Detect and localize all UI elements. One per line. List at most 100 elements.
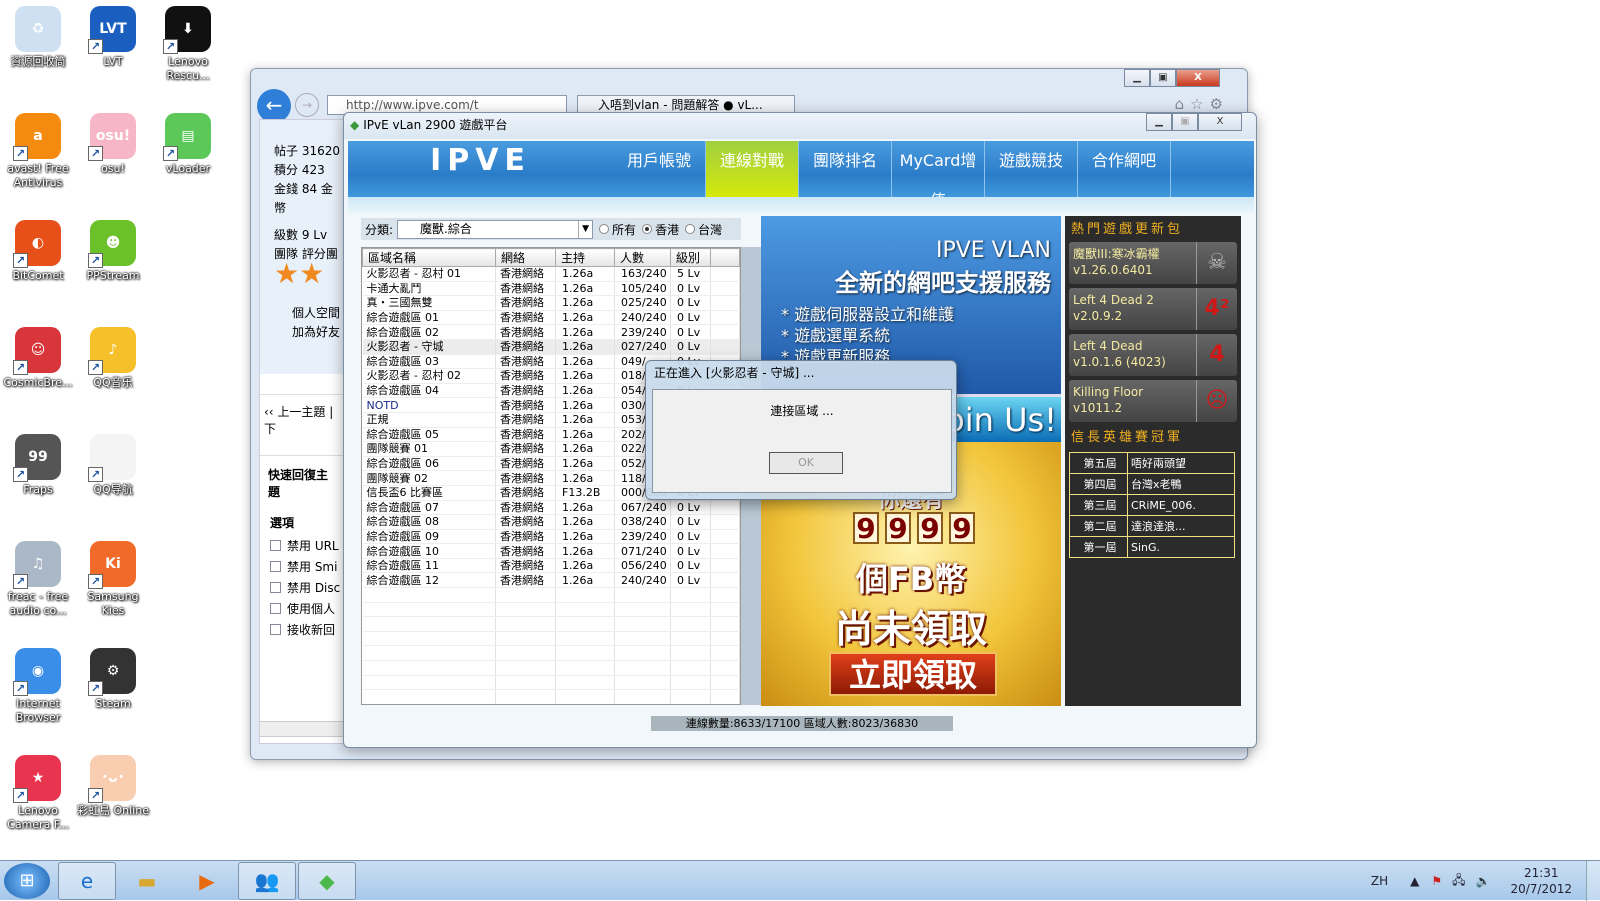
- radio-button[interactable]: [685, 224, 696, 234]
- desktop-icon[interactable]: ♫ ↗ freac - free audio co...: [0, 535, 76, 618]
- desktop-icon[interactable]: ☺ ↗ CosmicBre...: [0, 321, 76, 390]
- option-checkbox[interactable]: 接收新回: [270, 619, 344, 640]
- desktop-icon[interactable]: ☻ ↗ PPStream: [75, 214, 151, 283]
- column-header[interactable]: 區域名稱: [362, 248, 496, 267]
- table-cell: 香港網絡: [495, 500, 556, 516]
- table-row[interactable]: 綜合遊戲區 09 香港網絡 1.26a 239/240 0 Lv: [362, 529, 740, 545]
- desktop-icon[interactable]: ♻ 資源回收筒: [0, 0, 76, 69]
- desktop-icon[interactable]: ･ᴗ･ ↗ 彩虹島 Online: [75, 749, 151, 818]
- column-header[interactable]: 人數: [614, 248, 671, 267]
- network-icon[interactable]: 🖧: [1452, 871, 1465, 892]
- chevron-down-icon[interactable]: ▼: [578, 220, 592, 238]
- desktop-icon[interactable]: ★ ↗ Lenovo Camera F...: [0, 749, 76, 832]
- table-row[interactable]: 綜合遊戲區 01 香港網絡 1.26a 240/240 0 Lv: [362, 310, 740, 326]
- nav-tab[interactable]: 團隊排名: [799, 141, 892, 197]
- update-package[interactable]: Left 4 Dead v1.0.1.6 (4023) 4: [1069, 334, 1237, 376]
- minimize-button[interactable]: ▁: [1124, 69, 1150, 87]
- table-row[interactable]: 綜合遊戲區 07 香港網絡 1.26a 067/240 0 Lv: [362, 500, 740, 516]
- maximize-button[interactable]: ▣: [1150, 69, 1176, 87]
- table-row[interactable]: 真・三國無雙 香港網絡 1.26a 025/240 0 Lv: [362, 295, 740, 311]
- desktop-icon[interactable]: ♪ ↗ QQ音乐: [75, 321, 151, 390]
- nav-tab[interactable]: 連線對戰: [706, 141, 799, 197]
- start-button[interactable]: ⊞: [4, 862, 50, 899]
- forward-button[interactable]: →: [295, 93, 319, 117]
- update-package[interactable]: Left 4 Dead 2 v2.0.9.2 4²: [1069, 288, 1237, 330]
- option-checkbox[interactable]: 禁用 Smi: [270, 556, 344, 577]
- nav-tab[interactable]: MyCard增值: [892, 141, 985, 210]
- table-row[interactable]: 綜合遊戲區 02 香港網絡 1.26a 239/240 0 Lv: [362, 324, 740, 340]
- update-package[interactable]: 魔獸III:寒冰霸權 v1.26.0.6401 ☠: [1069, 242, 1237, 284]
- desktop-icon[interactable]: ↗ QQ导航: [75, 428, 151, 497]
- table-cell: 027/240: [614, 339, 671, 355]
- table-row[interactable]: 火影忍者 - 忍村 01 香港網絡 1.26a 163/240 5 Lv: [362, 266, 740, 282]
- desktop-icon[interactable]: LVT ↗ LVT: [75, 0, 151, 69]
- column-header[interactable]: 級別: [670, 248, 711, 267]
- language-indicator[interactable]: ZH: [1371, 874, 1388, 888]
- claim-now-button[interactable]: 立即領取: [829, 652, 997, 696]
- action-center-flag-icon[interactable]: ⚑: [1431, 874, 1442, 888]
- checkbox[interactable]: [270, 603, 281, 614]
- home-favorites-tools-icons[interactable]: ⌂☆⚙: [1175, 95, 1229, 113]
- option-checkbox[interactable]: 禁用 Disc: [270, 577, 344, 598]
- table-cell: 0 Lv: [670, 572, 711, 589]
- taskbar-explorer-icon[interactable]: ▬: [118, 862, 176, 900]
- region-radio[interactable]: 所有: [599, 221, 636, 238]
- table-row[interactable]: 卡通大亂鬥 香港網絡 1.26a 105/240 0 Lv: [362, 281, 740, 297]
- nav-tab[interactable]: 合作網吧: [1078, 141, 1171, 197]
- show-hidden-icons-icon[interactable]: ▲: [1410, 874, 1419, 888]
- category-select[interactable]: 魔獸.綜合 ▼: [397, 219, 594, 239]
- topic-nav[interactable]: ‹‹ 上一主題 | 下: [260, 394, 344, 445]
- ok-button[interactable]: OK: [769, 452, 843, 474]
- desktop-icon[interactable]: a ↗ avast! Free Antivirus: [0, 107, 76, 190]
- checkbox[interactable]: [270, 561, 281, 572]
- taskbar-media-player-icon[interactable]: ▶: [178, 862, 236, 900]
- table-cell: 025/240: [614, 295, 671, 311]
- option-checkbox[interactable]: 禁用 URL: [270, 535, 344, 556]
- show-desktop-button[interactable]: [1586, 861, 1600, 901]
- checkbox[interactable]: [270, 540, 281, 551]
- column-header[interactable]: 主持: [555, 248, 615, 267]
- desktop-icon[interactable]: osu! ↗ osu!: [75, 107, 151, 176]
- option-checkbox[interactable]: 使用個人: [270, 598, 344, 619]
- profile-link[interactable]: 加為好友: [274, 323, 344, 342]
- horizontal-scrollbar[interactable]: [259, 721, 345, 737]
- table-row[interactable]: 綜合遊戲區 12 香港網絡 1.26a 240/240 0 Lv: [362, 572, 740, 589]
- radio-button[interactable]: [599, 224, 610, 234]
- desktop-icon[interactable]: ◉ ↗ Internet Browser: [0, 642, 76, 725]
- desktop-icon[interactable]: ⬇ ↗ Lenovo Rescu...: [150, 0, 226, 83]
- nav-tab[interactable]: 遊戲競技: [985, 141, 1078, 197]
- nav-tab[interactable]: 用戶帳號: [613, 141, 706, 197]
- app-maximize-button[interactable]: ▣: [1172, 113, 1198, 131]
- table-cell: [362, 631, 496, 647]
- table-row[interactable]: 綜合遊戲區 08 香港網絡 1.26a 038/240 0 Lv: [362, 514, 740, 530]
- volume-icon[interactable]: 🔈: [1476, 874, 1491, 888]
- desktop-icon[interactable]: ◐ ↗ BitComet: [0, 214, 76, 283]
- region-radio[interactable]: 台灣: [685, 221, 722, 238]
- profile-link[interactable]: 個人空間: [274, 304, 344, 323]
- status-bar: 連線數量:8633/17100 區域人數:8023/36830: [651, 716, 953, 731]
- champion-row: 第五屆 唔好兩頭望: [1069, 452, 1235, 474]
- column-header[interactable]: 網絡: [495, 248, 556, 267]
- table-row[interactable]: 綜合遊戲區 10 香港網絡 1.26a 071/240 0 Lv: [362, 543, 740, 559]
- desktop-icon[interactable]: 99 ↗ Fraps: [0, 428, 76, 497]
- radio-button[interactable]: [642, 224, 653, 234]
- app-minimize-button[interactable]: ▁: [1146, 113, 1172, 131]
- taskbar-vloader-icon[interactable]: ◆: [298, 861, 356, 900]
- update-package[interactable]: Killing Floor v1011.2 ☹: [1069, 380, 1237, 422]
- table-row[interactable]: 綜合遊戲區 11 香港網絡 1.26a 056/240 0 Lv: [362, 558, 740, 574]
- promo-digit: 9: [949, 512, 975, 544]
- table-row[interactable]: 火影忍者 - 守城 香港網絡 1.26a 027/240 0 Lv: [362, 339, 740, 355]
- close-button[interactable]: X: [1176, 69, 1220, 87]
- desktop-icon[interactable]: ▤ ↗ vLoader: [150, 107, 226, 176]
- back-button[interactable]: ←: [257, 89, 291, 123]
- taskbar-messenger-icon[interactable]: 👥: [238, 861, 296, 900]
- checkbox[interactable]: [270, 624, 281, 635]
- app-close-button[interactable]: X: [1198, 113, 1242, 131]
- clock[interactable]: 21:31 20/7/2012: [1510, 865, 1572, 897]
- desktop-icon[interactable]: ⚙ ↗ Steam: [75, 642, 151, 711]
- desktop-icon[interactable]: Ki ↗ Samsung Kies: [75, 535, 151, 618]
- checkbox[interactable]: [270, 582, 281, 593]
- table-cell: [362, 660, 496, 676]
- region-radio[interactable]: 香港: [642, 221, 679, 238]
- taskbar-ie-icon[interactable]: e: [58, 861, 116, 900]
